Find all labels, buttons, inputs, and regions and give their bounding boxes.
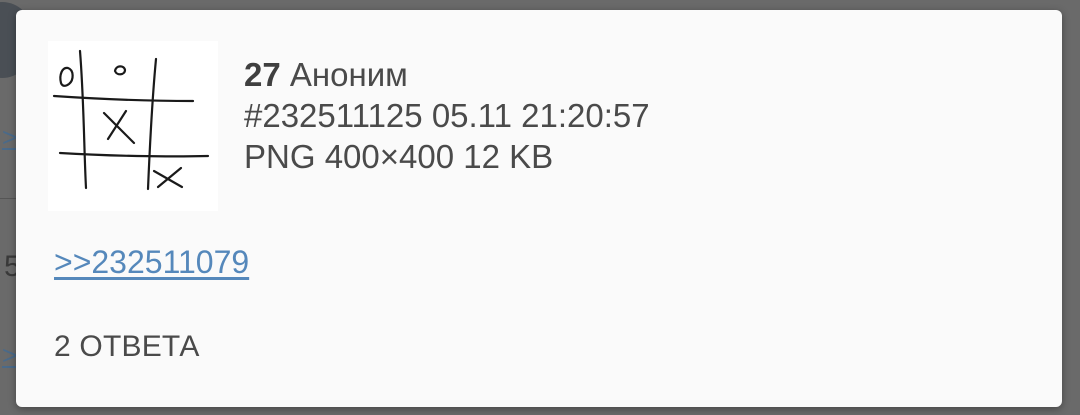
background-link: > <box>2 340 18 370</box>
file-info-line: PNG 400×400 12 KB <box>244 136 650 177</box>
o-mark-top-middle <box>113 65 127 76</box>
background-link: > <box>2 122 18 152</box>
x-mark-center-b <box>106 109 128 141</box>
file-type: PNG <box>244 138 316 175</box>
post-time: 21:20:57 <box>521 97 650 134</box>
post-date: 05.11 <box>431 97 512 134</box>
o-mark-top-left <box>59 66 74 87</box>
post-id-line: #232511125 05.11 21:20:57 <box>244 95 650 136</box>
tic-tac-toe-drawing <box>52 49 210 191</box>
file-size: 12 KB <box>463 138 554 175</box>
post-number: 27 <box>244 56 281 93</box>
post-id: #232511125 <box>244 97 423 134</box>
post-author: Аноним <box>289 56 408 93</box>
file-dimensions: 400×400 <box>324 138 455 175</box>
reply-reference-link[interactable]: >>232511079 <box>54 244 249 281</box>
post-preview-popup: 27 Аноним #232511125 05.11 21:20:57 PNG … <box>16 10 1062 407</box>
grid-line-right <box>146 57 158 191</box>
grid-line-top <box>52 94 195 103</box>
grid-line-left <box>78 49 88 190</box>
post-header-line: 27 Аноним <box>244 54 650 95</box>
post-meta: 27 Аноним #232511125 05.11 21:20:57 PNG … <box>244 54 650 177</box>
answers-count-button[interactable]: 2 ОТВЕТА <box>54 330 200 364</box>
grid-line-bottom <box>58 151 210 158</box>
post-thumbnail[interactable] <box>48 41 218 211</box>
